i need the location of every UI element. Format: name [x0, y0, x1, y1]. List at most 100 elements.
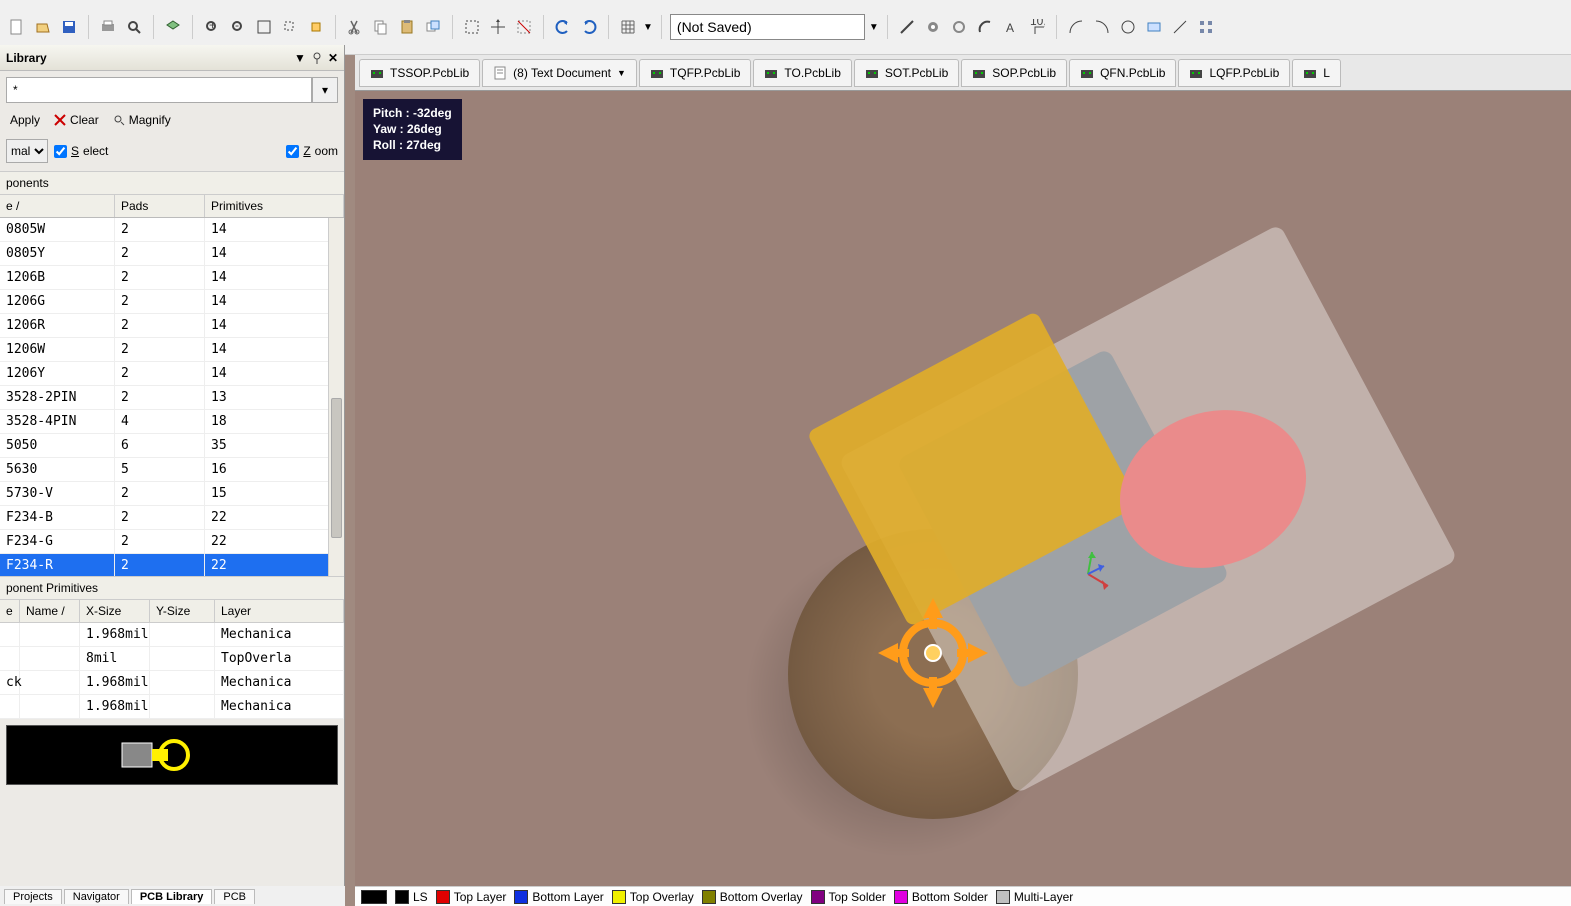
- mode-select[interactable]: mal: [6, 139, 48, 163]
- table-row[interactable]: F234-B222: [0, 506, 344, 530]
- document-tab[interactable]: TSSOP.PcbLib: [359, 59, 480, 87]
- panel-bottom-tabs: ProjectsNavigatorPCB LibraryPCB: [0, 886, 345, 906]
- pin-icon[interactable]: [310, 51, 324, 65]
- undo-icon[interactable]: [552, 16, 574, 38]
- panel-bottom-tab[interactable]: Projects: [4, 889, 62, 904]
- preview-icon[interactable]: [123, 16, 145, 38]
- components-section-title: ponents: [0, 171, 344, 195]
- footprint-preview: [6, 725, 338, 785]
- document-tab[interactable]: SOT.PcbLib: [854, 59, 959, 87]
- document-tab[interactable]: LQFP.PcbLib: [1178, 59, 1290, 87]
- redo-icon[interactable]: [578, 16, 600, 38]
- select-checkbox[interactable]: SSelectelect: [54, 144, 108, 158]
- via-icon[interactable]: [948, 16, 970, 38]
- model-3d: [613, 239, 1313, 739]
- layer-legend-item[interactable]: Top Solder: [811, 890, 886, 904]
- viewport-3d[interactable]: Pitch : -32deg Yaw : 26deg Roll : 27deg: [355, 91, 1571, 886]
- table-row[interactable]: 1.968milMechanica: [0, 623, 344, 647]
- text-icon[interactable]: A: [1000, 16, 1022, 38]
- svg-text:-: -: [235, 19, 239, 32]
- new-icon[interactable]: [6, 16, 28, 38]
- arc-icon[interactable]: [974, 16, 996, 38]
- close-icon[interactable]: ✕: [328, 51, 338, 65]
- table-row[interactable]: 5050635: [0, 434, 344, 458]
- panel-bottom-tab[interactable]: PCB: [214, 889, 255, 904]
- layer-legend-item[interactable]: Bottom Layer: [514, 890, 603, 904]
- document-tab[interactable]: QFN.PcbLib: [1069, 59, 1176, 87]
- table-row[interactable]: 1206B214: [0, 266, 344, 290]
- table-row[interactable]: F234-R222: [0, 554, 344, 576]
- magnify-button[interactable]: Magnify: [109, 111, 175, 129]
- panel-menu-icon[interactable]: ▼: [294, 51, 306, 65]
- full-circle-icon[interactable]: [1117, 16, 1139, 38]
- select-rect-icon[interactable]: [461, 16, 483, 38]
- table-row[interactable]: 8milTopOverla: [0, 647, 344, 671]
- search-input[interactable]: [6, 77, 312, 103]
- layers-icon[interactable]: [162, 16, 184, 38]
- track-icon[interactable]: [896, 16, 918, 38]
- table-row[interactable]: ck1.968milMechanica: [0, 671, 344, 695]
- apply-button[interactable]: Apply: [6, 111, 44, 129]
- primitives-grid[interactable]: 1.968milMechanica8milTopOverlack1.968mil…: [0, 623, 344, 719]
- panel-bottom-tab[interactable]: Navigator: [64, 889, 129, 904]
- zoom-in-icon[interactable]: +: [201, 16, 223, 38]
- pad-icon[interactable]: [922, 16, 944, 38]
- table-row[interactable]: 0805W214: [0, 218, 344, 242]
- table-row[interactable]: 3528-4PIN418: [0, 410, 344, 434]
- grid-icon[interactable]: [617, 16, 639, 38]
- print-icon[interactable]: [97, 16, 119, 38]
- table-row[interactable]: 3528-2PIN213: [0, 386, 344, 410]
- orientation-overlay: Pitch : -32deg Yaw : 26deg Roll : 27deg: [363, 99, 462, 160]
- components-grid[interactable]: 0805W2140805Y2141206B2141206G2141206R214…: [0, 218, 344, 576]
- primitives-header: e Name / X-Size Y-Size Layer: [0, 600, 344, 623]
- duplicate-icon[interactable]: [422, 16, 444, 38]
- pitch-label: Pitch : -32deg: [373, 105, 452, 121]
- array-icon[interactable]: [1195, 16, 1217, 38]
- document-tab[interactable]: TQFP.PcbLib: [639, 59, 751, 87]
- document-tab[interactable]: SOP.PcbLib: [961, 59, 1067, 87]
- arc-edge-icon[interactable]: [1091, 16, 1113, 38]
- table-row[interactable]: 0805Y214: [0, 242, 344, 266]
- table-row[interactable]: 5630516: [0, 458, 344, 482]
- table-row[interactable]: 1206W214: [0, 338, 344, 362]
- search-dropdown-button[interactable]: ▾: [312, 77, 338, 103]
- svg-text:+: +: [209, 19, 216, 32]
- zoom-fit-icon[interactable]: [253, 16, 275, 38]
- layer-legend-item[interactable]: LS: [395, 890, 428, 904]
- panel-title-bar: Library ▼ ✕: [0, 45, 344, 71]
- move-icon[interactable]: [487, 16, 509, 38]
- arc-center-icon[interactable]: [1065, 16, 1087, 38]
- table-row[interactable]: 1206G214: [0, 290, 344, 314]
- save-icon[interactable]: [58, 16, 80, 38]
- layer-legend-item[interactable]: Bottom Solder: [894, 890, 988, 904]
- project-name-input[interactable]: [670, 14, 865, 40]
- paste-icon[interactable]: [396, 16, 418, 38]
- zoom-area-icon[interactable]: [279, 16, 301, 38]
- layer-legend-item[interactable]: Multi-Layer: [996, 890, 1073, 904]
- document-tab[interactable]: (8) Text Document ▼: [482, 59, 637, 87]
- zoom-out-icon[interactable]: -: [227, 16, 249, 38]
- panel-bottom-tab[interactable]: PCB Library: [131, 889, 213, 904]
- table-row[interactable]: 1.968milMechanica: [0, 695, 344, 719]
- coord-icon[interactable]: 10,10: [1026, 16, 1048, 38]
- open-icon[interactable]: [32, 16, 54, 38]
- table-row[interactable]: 5730-V215: [0, 482, 344, 506]
- clear-button[interactable]: Clear: [50, 111, 103, 129]
- layer-legend-item[interactable]: Top Overlay: [612, 890, 694, 904]
- document-tab[interactable]: TO.PcbLib: [753, 59, 851, 87]
- cut-icon[interactable]: [344, 16, 366, 38]
- layer-legend-item[interactable]: Top Layer: [436, 890, 507, 904]
- layer-legend-item[interactable]: Bottom Overlay: [702, 890, 803, 904]
- copy-icon[interactable]: [370, 16, 392, 38]
- scrollbar[interactable]: [328, 218, 344, 576]
- deselect-icon[interactable]: [513, 16, 535, 38]
- table-row[interactable]: 1206R214: [0, 314, 344, 338]
- document-tab[interactable]: L: [1292, 59, 1341, 87]
- zoom-component-icon[interactable]: [305, 16, 327, 38]
- table-row[interactable]: 1206Y214: [0, 362, 344, 386]
- zoom-checkbox[interactable]: ZZoomoom: [286, 144, 338, 158]
- roll-label: Roll : 27deg: [373, 137, 452, 153]
- rectangle-icon[interactable]: [1143, 16, 1165, 38]
- line-icon[interactable]: [1169, 16, 1191, 38]
- table-row[interactable]: F234-G222: [0, 530, 344, 554]
